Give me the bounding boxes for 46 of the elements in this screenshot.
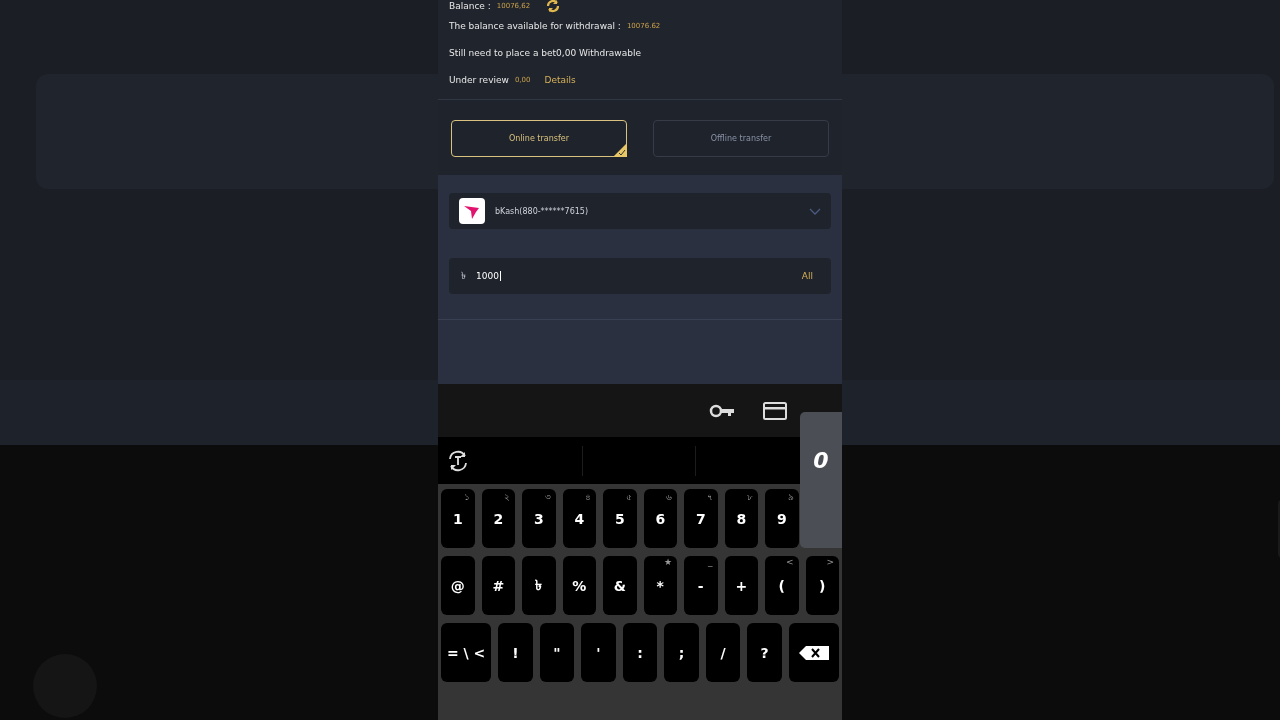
account-select[interactable]: bKash(880-******7615) — [449, 193, 831, 229]
keyboard-key[interactable]: 3 ৩ — [522, 489, 556, 548]
keyboard-key[interactable]: ! — [498, 623, 533, 682]
keyboard-key[interactable]: " — [539, 623, 575, 682]
refresh-icon[interactable] — [546, 0, 561, 13]
keyboard-key[interactable]: : — [622, 623, 658, 682]
keyboard-key[interactable]: * ★ — [643, 556, 677, 615]
keyboard-key[interactable]: 4 ৪ — [562, 489, 596, 548]
keyboard-key[interactable]: 5 ৫ — [603, 489, 637, 548]
keyboard-key[interactable]: ; — [664, 623, 699, 682]
key-icon[interactable] — [709, 403, 735, 418]
keyboard-key[interactable]: = \ < — [441, 623, 492, 682]
all-button[interactable]: All — [795, 270, 819, 282]
keyboard-key[interactable]: 2 ২ — [481, 489, 515, 548]
backspace-icon — [798, 645, 829, 660]
transfer-tab[interactable]: Online transfer — [451, 120, 627, 157]
review-label: Under review — [449, 74, 509, 85]
keyboard-key[interactable]: ? — [747, 623, 782, 682]
keyboard-key[interactable]: - _ — [684, 556, 718, 615]
available-label: The balance available for withdrawal : — [449, 20, 621, 31]
balance-label: Balance : — [449, 1, 491, 11]
check-corner-icon — [613, 143, 627, 157]
keyboard-key[interactable]: ' — [581, 623, 616, 682]
keyboard-key[interactable]: ৳ — [522, 556, 556, 615]
keyboard-key[interactable]: + — [724, 556, 758, 615]
keyboard-key[interactable]: 7 ৭ — [684, 489, 718, 548]
key-preview-popup: 0 — [800, 412, 842, 548]
bet-requirement-text: Still need to place a bet0,00 Withdrawable — [449, 47, 641, 58]
keyboard-key[interactable]: @ — [441, 556, 475, 615]
amount-field[interactable]: ৳ 1000 All — [449, 258, 831, 294]
keyboard-key[interactable]: 9 ৯ — [765, 489, 799, 548]
keyboard-key[interactable]: ) > — [805, 556, 839, 615]
keyboard-key[interactable]: % — [562, 556, 596, 615]
chevron-down-icon — [809, 207, 821, 215]
keyboard-key[interactable]: 1 ১ — [441, 489, 475, 548]
card-icon[interactable] — [763, 401, 787, 420]
details-link[interactable]: Details — [544, 74, 576, 85]
keyboard-key[interactable]: 6 ৬ — [643, 489, 677, 548]
translate-cycle-icon[interactable] — [446, 448, 470, 473]
keyboard-key[interactable]: / — [705, 623, 741, 682]
keyboard-key[interactable]: ( < — [765, 556, 799, 615]
backspace-key[interactable] — [788, 623, 839, 682]
keyboard-key[interactable]: # — [481, 556, 515, 615]
keyboard-key[interactable]: 8 ৮ — [724, 489, 758, 548]
keyboard-key[interactable]: & — [603, 556, 637, 615]
transfer-tab[interactable]: Offline transfer — [653, 120, 829, 157]
